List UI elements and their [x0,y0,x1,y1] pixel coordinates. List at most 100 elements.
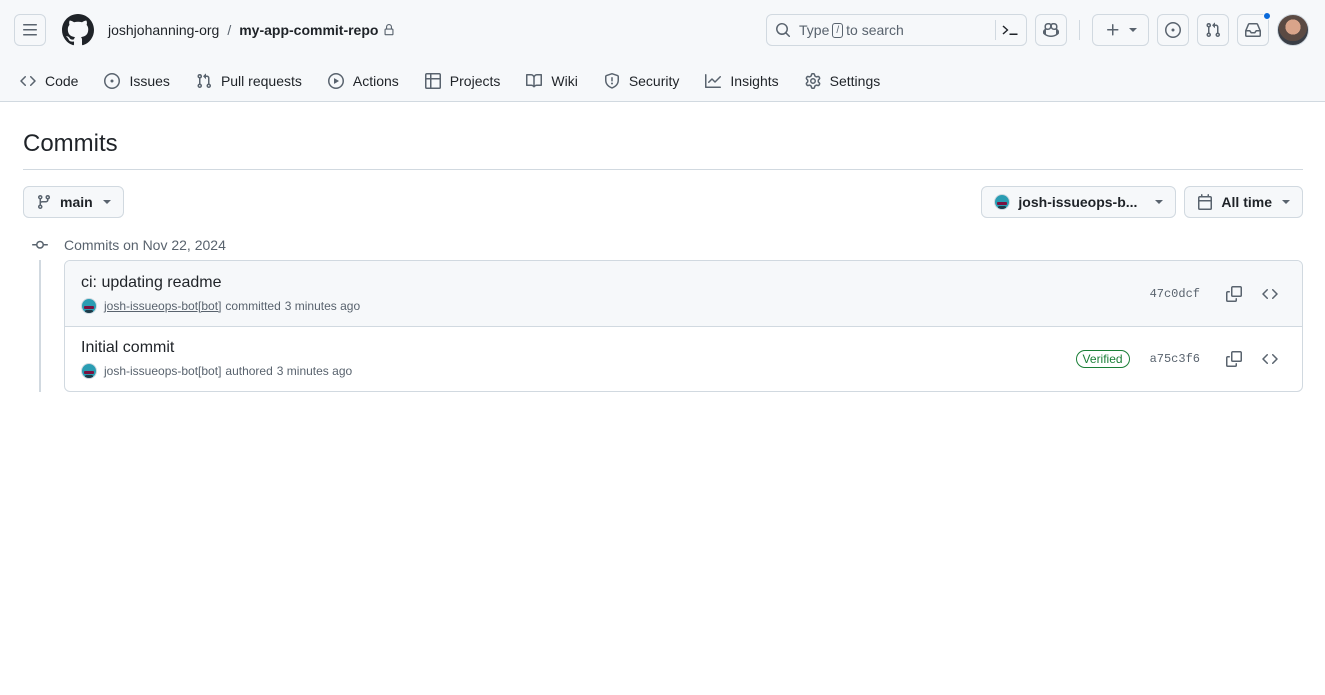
commit-message[interactable]: Initial commit [81,339,1076,357]
tab-security[interactable]: Security [604,73,680,89]
commit-author-link[interactable]: josh-issueops-bot[bot] [104,299,221,313]
page-title: Commits [23,102,1303,170]
lock-icon [384,24,394,36]
verified-badge[interactable]: Verified [1075,350,1130,368]
create-new-button[interactable] [1092,14,1149,46]
search-input[interactable]: Type / to search [766,14,1027,46]
search-suffix: to search [846,22,904,38]
org-link[interactable]: joshjohanning-org [108,22,219,38]
chevron-down-icon [1155,200,1164,204]
issues-button[interactable] [1157,14,1189,46]
commit-group-heading: Commits on Nov 22, 2024 [23,234,1303,256]
book-icon [526,73,543,88]
code-icon [1262,288,1278,299]
tab-projects[interactable]: Projects [424,73,501,89]
copy-icon [1226,285,1242,302]
tab-actions[interactable]: Actions [327,73,399,89]
chevron-down-icon [1128,28,1137,32]
commit-time: 3 minutes ago [276,364,353,378]
inbox-button[interactable] [1237,12,1271,46]
branch-icon [37,195,50,210]
chevron-down-icon [102,200,111,204]
pull-request-icon [197,73,211,89]
search-prefix: Type [799,22,830,38]
copy-sha-button[interactable] [1218,343,1250,375]
hamburger-icon [23,24,37,36]
tab-code[interactable]: Code [20,73,78,89]
commit-timeline: ci: updating readme josh-issueops-bot[bo… [23,260,1303,392]
commit-row: Initial commit josh-issueops-bot[bot] au… [65,326,1302,391]
tab-settings[interactable]: Settings [805,73,881,89]
branch-selector[interactable]: main [23,186,124,218]
filter-bar: main josh-issueops-b... All time [23,186,1303,218]
code-icon [1262,353,1278,365]
author-filter[interactable]: josh-issueops-b... [981,186,1177,218]
commit-sha[interactable]: a75c3f6 [1150,352,1200,366]
browse-repo-button[interactable] [1254,343,1286,375]
issue-icon [1165,22,1181,38]
issue-icon [104,73,121,89]
pull-requests-button[interactable] [1197,14,1229,46]
search-shortcut-key: / [832,22,844,38]
branch-name: main [60,194,93,210]
copilot-icon [1043,22,1059,38]
time-filter[interactable]: All time [1184,186,1303,218]
commit-action: authored [225,364,273,378]
commit-row: ci: updating readme josh-issueops-bot[bo… [65,261,1302,326]
notification-dot [1263,12,1271,20]
command-palette-button[interactable] [995,20,1018,40]
commit-message[interactable]: ci: updating readme [81,274,1150,292]
copy-icon [1226,351,1242,367]
commit-group-date: Commits on Nov 22, 2024 [64,237,226,253]
tab-label: Code [45,73,79,89]
menu-button[interactable] [14,14,46,46]
graph-icon [705,74,722,88]
chevron-down-icon [1282,200,1290,204]
table-icon [424,73,441,89]
inbox-icon [1245,23,1261,37]
browse-repo-button[interactable] [1254,278,1286,310]
commit-list: ci: updating readme josh-issueops-bot[bo… [64,260,1303,392]
shield-icon [604,73,619,89]
tab-label: Insights [730,73,779,89]
tab-insights[interactable]: Insights [705,73,779,89]
breadcrumb-separator: / [227,22,232,38]
commit-sha[interactable]: 47c0dcf [1150,287,1200,301]
repo-header: joshjohanning-org / my-app-commit-repo T… [0,0,1325,102]
commit-author[interactable]: josh-issueops-bot[bot] [104,364,221,378]
github-logo-icon[interactable] [62,14,94,46]
tab-wiki[interactable]: Wiki [526,73,578,89]
tab-label: Wiki [551,73,578,89]
tab-label: Issues [129,73,170,89]
code-icon [20,75,36,87]
gear-icon [805,73,821,89]
bot-avatar [994,194,1011,210]
copy-sha-button[interactable] [1218,278,1250,310]
terminal-icon [1002,25,1018,35]
plus-icon [1106,24,1118,36]
calendar-icon [1198,194,1213,210]
top-bar: joshjohanning-org / my-app-commit-repo T… [0,0,1325,60]
git-commit-icon [32,240,48,249]
repo-nav: Code Issues Pull requests Actions Projec… [0,60,1325,102]
copilot-button[interactable] [1035,14,1067,46]
play-icon [327,73,344,89]
tab-issues[interactable]: Issues [104,73,170,89]
tab-label: Pull requests [220,73,302,89]
main-content: Commits main josh-issueops-b... All time… [0,102,1325,392]
tab-label: Actions [352,73,399,89]
time-filter-label: All time [1221,194,1272,210]
pull-request-icon [1206,22,1221,38]
commit-action: committed [225,298,281,313]
bot-avatar[interactable] [81,297,97,314]
tab-label: Security [628,73,680,89]
tab-label: Projects [449,73,501,89]
breadcrumb: joshjohanning-org / my-app-commit-repo [108,22,395,38]
search-icon [776,23,791,38]
tab-pull-requests[interactable]: Pull requests [196,73,302,89]
header-divider [1079,20,1080,40]
tab-label: Settings [829,73,881,89]
repo-link[interactable]: my-app-commit-repo [239,22,378,38]
bot-avatar[interactable] [81,363,97,379]
user-avatar[interactable] [1277,14,1309,46]
